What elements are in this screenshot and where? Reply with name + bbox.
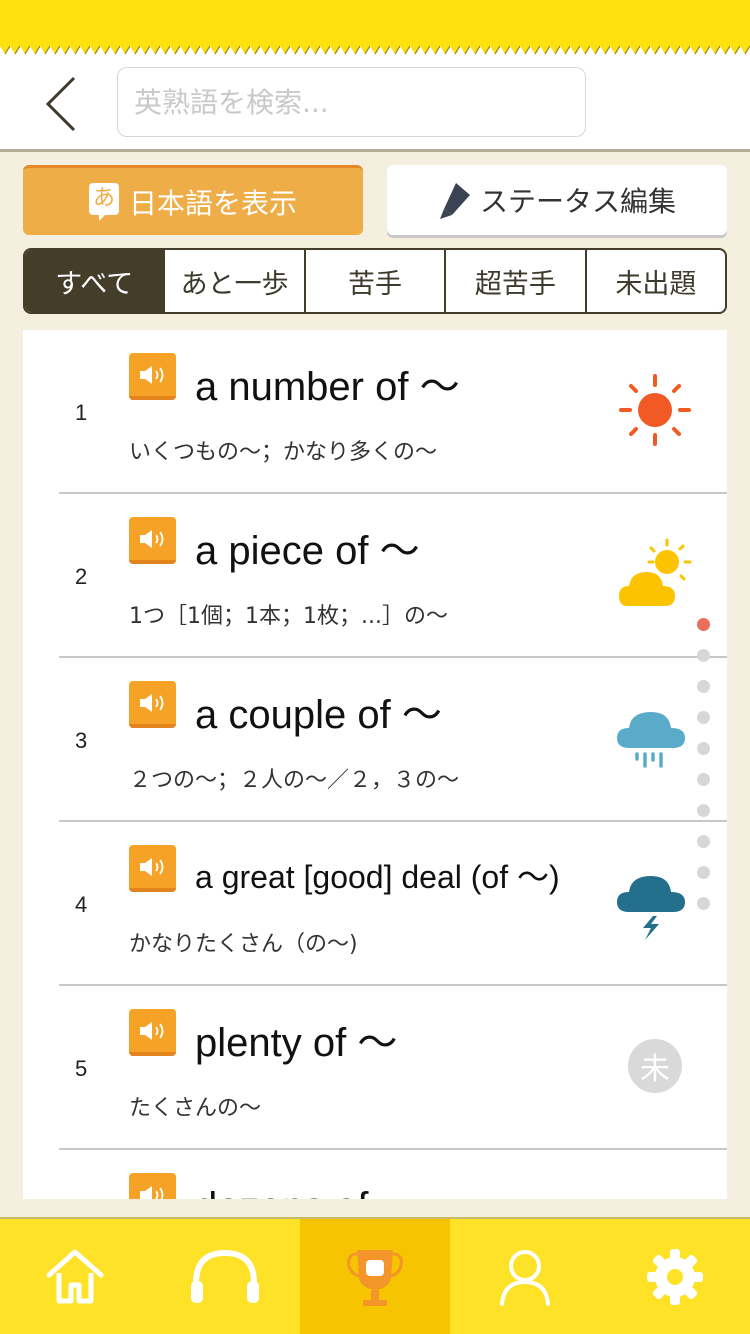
status-bar bbox=[0, 0, 750, 46]
item-number: 1 bbox=[75, 400, 88, 425]
speaker-button[interactable] bbox=[129, 1173, 176, 1199]
unasked-badge-icon: 未 bbox=[615, 1026, 695, 1106]
page-dot[interactable] bbox=[697, 897, 710, 910]
edit-status-label: ステータス編集 bbox=[479, 185, 676, 218]
tab-almost[interactable]: あと一歩 bbox=[163, 250, 303, 312]
rain-icon bbox=[617, 712, 685, 768]
show-japanese-label: 日本語を表示 bbox=[128, 186, 297, 220]
tab-listening[interactable] bbox=[150, 1219, 300, 1334]
speaker-icon bbox=[139, 857, 163, 876]
filter-tabs: すべて あと一歩 苦手 超苦手 未出題 bbox=[23, 248, 727, 314]
list-item[interactable]: 6 dozens of 〜 bbox=[23, 1150, 727, 1199]
tab-home[interactable] bbox=[0, 1219, 150, 1334]
item-number: 2 bbox=[75, 564, 88, 589]
speaker-button[interactable] bbox=[129, 1009, 176, 1056]
japanese-meaning: かなりたくさん（の〜) bbox=[129, 932, 358, 957]
chevron-left-icon bbox=[45, 76, 76, 132]
sunny-icon bbox=[619, 374, 691, 446]
list-item[interactable]: 1 a number of 〜 いくつもの〜；かなり多くの〜 bbox=[23, 330, 727, 494]
speaker-icon bbox=[139, 693, 163, 712]
speaker-icon bbox=[139, 1021, 163, 1040]
list-item[interactable]: 4 a great [good] deal (of 〜) かなりたくさん（の〜) bbox=[23, 822, 727, 986]
person-icon bbox=[500, 1249, 550, 1306]
page-dot[interactable] bbox=[697, 680, 710, 693]
japanese-bubble-icon: あ bbox=[88, 182, 119, 221]
partly-cloudy-icon bbox=[619, 538, 692, 606]
english-phrase: a couple of 〜 bbox=[195, 693, 442, 737]
tab-weak[interactable]: 苦手 bbox=[303, 250, 444, 312]
page-dot[interactable] bbox=[697, 866, 710, 879]
headphones-icon bbox=[191, 1249, 259, 1303]
english-phrase: a piece of 〜 bbox=[195, 529, 420, 573]
speaker-icon bbox=[139, 529, 163, 548]
speaker-button[interactable] bbox=[129, 353, 176, 400]
item-number: 5 bbox=[75, 1056, 88, 1081]
page-dot[interactable] bbox=[697, 773, 710, 786]
zigzag-edge bbox=[0, 44, 750, 56]
gear-icon bbox=[647, 1248, 703, 1305]
english-phrase: plenty of 〜 bbox=[195, 1021, 398, 1065]
item-number: 3 bbox=[75, 728, 88, 753]
pencil-icon bbox=[439, 183, 470, 219]
speaker-button[interactable] bbox=[129, 845, 176, 892]
bottom-tab-bar bbox=[0, 1217, 750, 1334]
page-dot[interactable] bbox=[697, 711, 710, 724]
phrase-list[interactable]: 1 a number of 〜 いくつもの〜；かなり多くの〜 2 a piece… bbox=[23, 330, 727, 1199]
speaker-icon bbox=[139, 365, 163, 384]
rain-icon bbox=[615, 1190, 695, 1199]
search-input[interactable] bbox=[117, 67, 586, 137]
page-indicator bbox=[697, 618, 711, 928]
page-dot[interactable] bbox=[697, 835, 710, 848]
japanese-meaning: たくさんの〜 bbox=[129, 1096, 262, 1121]
trophy-fist-icon bbox=[347, 1249, 403, 1306]
show-japanese-button[interactable]: あ 日本語を表示 bbox=[23, 165, 363, 235]
page-dot[interactable] bbox=[697, 804, 710, 817]
japanese-meaning: ２つの〜；２人の〜／２，３の〜 bbox=[129, 768, 460, 793]
list-item[interactable]: 5 plenty of 〜 たくさんの〜 未 bbox=[23, 986, 727, 1150]
home-icon bbox=[46, 1249, 104, 1303]
page-dot[interactable] bbox=[697, 742, 710, 755]
tab-settings[interactable] bbox=[600, 1219, 750, 1334]
back-button[interactable] bbox=[38, 74, 86, 134]
english-phrase: a number of 〜 bbox=[195, 365, 460, 409]
tab-profile[interactable] bbox=[450, 1219, 600, 1334]
page-dot[interactable] bbox=[697, 618, 710, 631]
tab-unasked[interactable]: 未出題 bbox=[584, 250, 725, 312]
list-item[interactable]: 2 a piece of 〜 1つ［1個；1本；1枚；...］の〜 bbox=[23, 494, 727, 658]
tab-challenge[interactable] bbox=[300, 1219, 450, 1334]
page-dot[interactable] bbox=[697, 649, 710, 662]
list-item[interactable]: 3 a couple of 〜 ２つの〜；２人の〜／２，３の〜 bbox=[23, 658, 727, 822]
tab-very-weak[interactable]: 超苦手 bbox=[444, 250, 584, 312]
japanese-meaning: 1つ［1個；1本；1枚；...］の〜 bbox=[129, 604, 448, 629]
japanese-meaning: いくつもの〜；かなり多くの〜 bbox=[129, 440, 438, 465]
english-phrase: dozens of 〜 bbox=[195, 1174, 420, 1199]
header bbox=[0, 56, 750, 152]
item-number: 4 bbox=[75, 892, 88, 917]
tab-all[interactable]: すべて bbox=[25, 250, 164, 312]
edit-status-button[interactable]: ステータス編集 bbox=[387, 165, 727, 235]
thunderstorm-icon bbox=[617, 876, 685, 940]
speaker-icon bbox=[139, 1185, 163, 1199]
english-phrase: a great [good] deal (of 〜) bbox=[195, 859, 560, 895]
speaker-button[interactable] bbox=[129, 517, 176, 564]
speaker-button[interactable] bbox=[129, 681, 176, 728]
